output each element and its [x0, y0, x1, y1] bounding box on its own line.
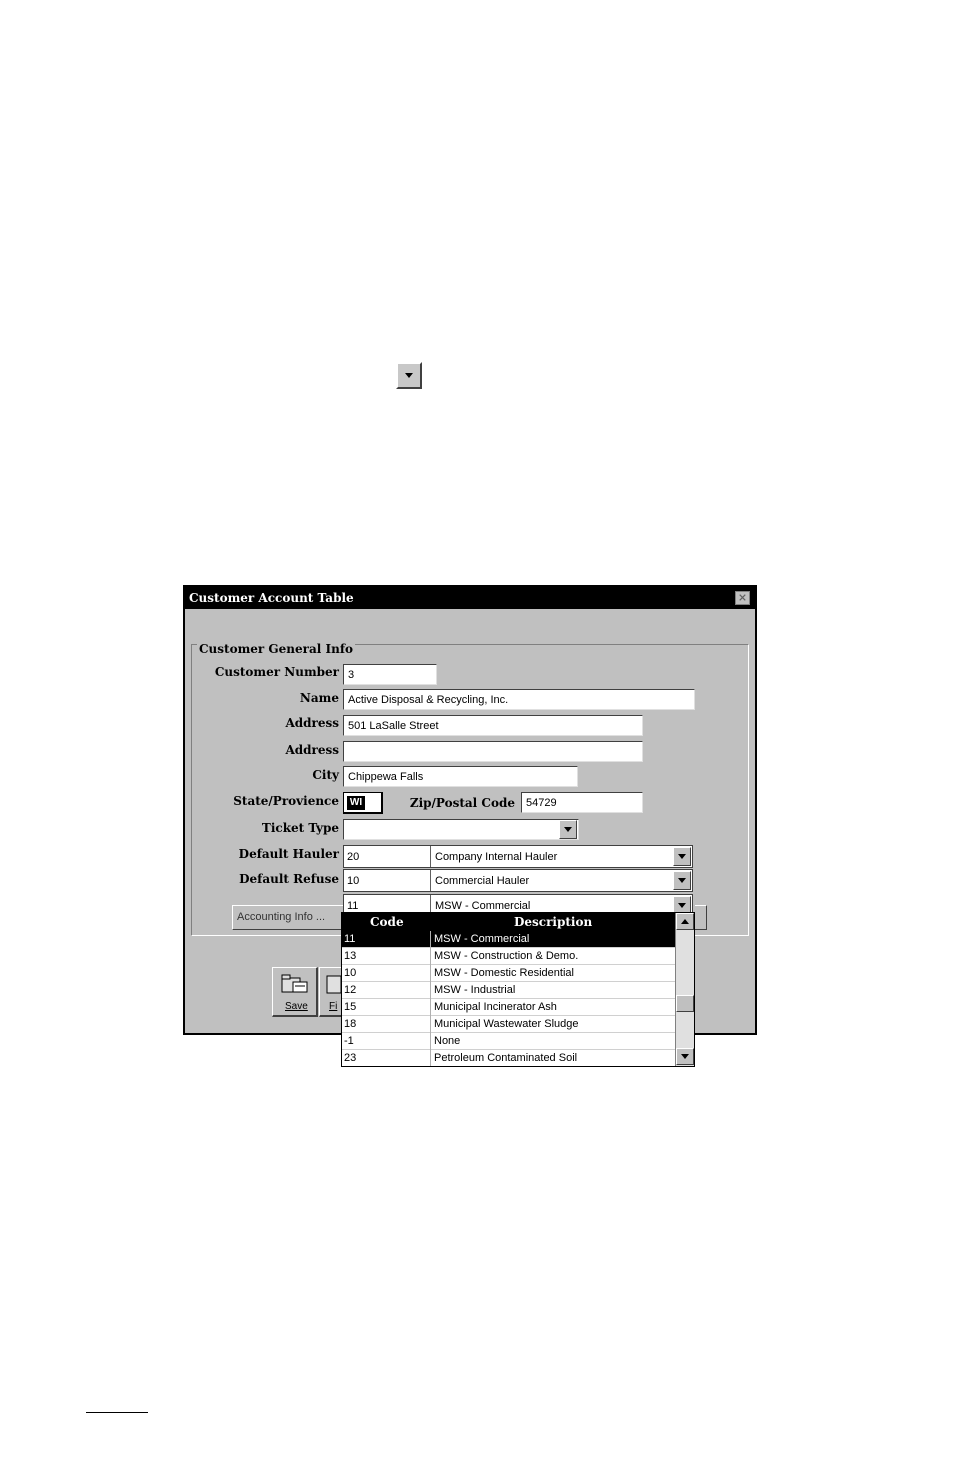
address1-field[interactable]: 501 LaSalle Street — [343, 715, 643, 736]
option-code: -1 — [344, 1035, 354, 1047]
chevron-down-icon — [678, 854, 686, 859]
second-tool-button[interactable]: Fi — [319, 967, 343, 1017]
column-divider — [430, 999, 431, 1016]
dropdown-option[interactable]: 13 MSW - Construction & Demo. — [342, 948, 675, 965]
option-description: MSW - Industrial — [434, 984, 516, 996]
address2-label: Address — [285, 743, 339, 757]
name-field[interactable]: Active Disposal & Recycling, Inc. — [343, 689, 695, 710]
option-code: 18 — [344, 1018, 357, 1030]
state-value: WI — [347, 796, 365, 810]
dropdown-scrollbar[interactable] — [675, 913, 694, 1066]
zip-label: Zip/Postal Code — [409, 796, 515, 810]
ticket-type-field[interactable] — [343, 819, 579, 840]
option-code: 10 — [344, 967, 357, 979]
close-icon: × — [737, 591, 748, 604]
dropdown-option[interactable]: 10 MSW - Domestic Residential — [342, 965, 675, 982]
column-divider — [430, 870, 431, 891]
option-description: MSW - Domestic Residential — [434, 967, 574, 979]
zip-field[interactable]: 54729 — [521, 792, 643, 813]
chevron-down-icon — [678, 903, 686, 908]
document-icon — [326, 975, 342, 994]
option-description: MSW - Commercial — [434, 933, 530, 945]
second-button-label: Fi — [329, 1001, 338, 1012]
column-divider — [430, 1033, 431, 1050]
footer-rule — [86, 1412, 148, 1413]
scroll-down-button[interactable] — [676, 1048, 694, 1065]
ticket-type-dropdown-button[interactable] — [559, 820, 577, 839]
default-hauler-combo[interactable]: 20 Company Internal Hauler — [343, 845, 693, 868]
refuse-code: 10 — [347, 875, 360, 887]
default-hauler-dropdown-button[interactable] — [673, 847, 691, 866]
option-description: None — [434, 1035, 461, 1047]
column-divider — [430, 931, 431, 948]
dialog-title: Customer Account Table — [189, 591, 354, 605]
default-hauler-label: Default Hauler — [238, 847, 339, 861]
option-description: Petroleum Contaminated Soil — [434, 1052, 578, 1064]
description-column-header: Description — [514, 915, 593, 929]
dropdown-option[interactable]: 18 Municipal Wastewater Sludge — [342, 1016, 675, 1033]
column-divider — [430, 1050, 431, 1066]
dropdown-arrow-button-sample[interactable] — [396, 362, 422, 389]
scroll-up-button[interactable] — [676, 913, 694, 930]
city-field[interactable]: Chippewa Falls — [343, 766, 578, 787]
option-code: 11 — [344, 933, 356, 945]
save-button[interactable]: Save — [272, 967, 318, 1017]
column-divider — [430, 1016, 431, 1033]
code-column-header: Code — [370, 915, 404, 929]
hauler-description: Company Internal Hauler — [435, 851, 558, 863]
chevron-up-icon — [681, 919, 689, 924]
column-divider — [430, 846, 431, 867]
option-code: 15 — [344, 1001, 357, 1013]
address2-field[interactable] — [343, 741, 643, 762]
option-code: 13 — [344, 950, 357, 962]
default-refuse-combo[interactable]: 10 Commercial Hauler — [343, 869, 693, 892]
accounting-info-button[interactable]: Accounting Info ... — [232, 905, 344, 930]
customer-number-field[interactable]: 3 — [343, 664, 437, 685]
name-label: Name — [299, 691, 339, 705]
hauler-code: 20 — [347, 851, 360, 863]
state-label: State/Provience — [233, 794, 339, 808]
default-refuse-dropdown-button[interactable] — [673, 871, 691, 890]
option-description: MSW - Construction & Demo. — [434, 950, 579, 962]
chevron-down-icon — [678, 878, 686, 883]
close-button[interactable]: × — [735, 591, 750, 605]
waste-type-description: MSW - Commercial — [435, 900, 531, 912]
option-description: Municipal Wastewater Sludge — [434, 1018, 579, 1030]
refuse-description: Commercial Hauler — [435, 875, 530, 887]
waste-type-code: 11 — [347, 900, 359, 912]
city-label: City — [312, 768, 339, 782]
address1-label: Address — [285, 716, 339, 730]
group-title: Customer General Info — [197, 642, 355, 656]
customer-number-label: Customer Number — [214, 665, 339, 679]
column-divider — [430, 982, 431, 999]
column-divider — [430, 965, 431, 982]
dropdown-option[interactable]: 11 MSW - Commercial — [342, 931, 675, 948]
column-divider — [430, 948, 431, 965]
option-code: 23 — [344, 1052, 357, 1064]
dropdown-option[interactable]: 23 Petroleum Contaminated Soil — [342, 1050, 675, 1066]
general-info-group — [191, 644, 749, 936]
dropdown-option[interactable]: 15 Municipal Incinerator Ash — [342, 999, 675, 1016]
chevron-down-icon — [405, 373, 413, 378]
hidden-button-edge — [695, 905, 707, 930]
dropdown-header: Code Description — [342, 913, 675, 931]
default-refuse-label: Default Refuse — [239, 872, 339, 886]
save-button-label: Save — [285, 1001, 308, 1012]
waste-type-dropdown-list[interactable]: Code Description 11 MSW - Commercial 13 MSW… — [341, 912, 695, 1067]
option-description: Municipal Incinerator Ash — [434, 1001, 557, 1013]
chevron-down-icon — [564, 827, 572, 832]
ticket-type-label: Ticket Type — [261, 821, 339, 835]
save-folder-icon — [281, 974, 308, 993]
dropdown-option[interactable]: -1 None — [342, 1033, 675, 1050]
scroll-thumb[interactable] — [676, 995, 694, 1012]
option-code: 12 — [344, 984, 357, 996]
dropdown-option[interactable]: 12 MSW - Industrial — [342, 982, 675, 999]
chevron-down-icon — [681, 1054, 689, 1059]
title-bar: Customer Account Table × — [185, 587, 755, 609]
